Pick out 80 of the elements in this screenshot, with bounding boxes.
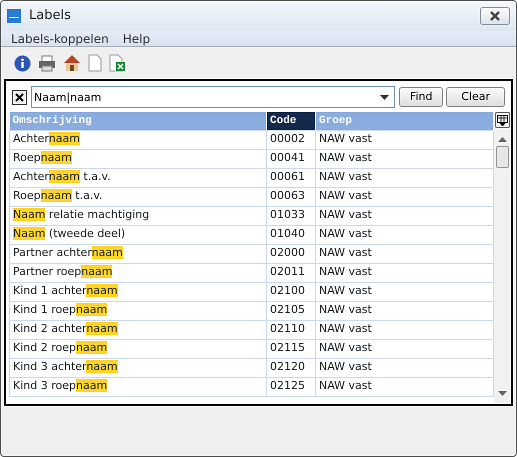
cross-icon [15, 92, 24, 102]
description-text: (tweede deel) [48, 227, 126, 240]
table-cell: NAW vast [316, 225, 494, 244]
match-highlight: naam [76, 303, 108, 316]
app-icon [7, 9, 21, 23]
description-text: Partner roep [13, 265, 82, 278]
description-text: Kind 2 roep [13, 341, 76, 354]
match-highlight: naam [86, 284, 118, 298]
table-cell: NAW vast [316, 377, 494, 396]
table-cell: NAW vast [316, 130, 494, 149]
table-cell: NAW vast [316, 206, 494, 225]
column-header[interactable]: Code [266, 112, 316, 130]
printer-icon[interactable] [38, 54, 56, 72]
description-text: t.a.v. [74, 189, 103, 202]
table-cell: NAW vast [316, 149, 494, 168]
description-text: Kind 3 roep [13, 379, 76, 392]
match-highlight: naam [92, 246, 123, 260]
description-text: Kind 2 achter [13, 322, 86, 336]
table-cell: 02105 [266, 301, 316, 320]
table-cell: NAW vast [316, 282, 494, 301]
dropdown-arrow-icon[interactable] [380, 95, 389, 100]
match-highlight: naam [48, 170, 80, 184]
match-highlight: naam [81, 265, 112, 278]
table-cell: 02000 [266, 244, 316, 263]
description-text: Kind 1 roep [13, 303, 76, 316]
clear-filter-checkbox[interactable] [12, 90, 27, 104]
table-cell: NAW vast [316, 358, 494, 377]
table-cell: NAW vast [316, 244, 494, 263]
scrollbar-thumb[interactable] [496, 146, 509, 168]
table-cell: NAW vast [316, 339, 494, 358]
clear-button[interactable]: Clear [446, 87, 505, 107]
find-button[interactable]: Find [398, 87, 444, 107]
match-highlight: naam [40, 151, 72, 164]
table-cell: 02120 [266, 358, 316, 377]
window-title: Labels [29, 7, 71, 26]
description-text: Kind 1 achter [13, 284, 86, 298]
close-icon [489, 11, 501, 21]
close-button[interactable] [480, 7, 510, 25]
description-text: Achter [13, 132, 49, 146]
table-cell: 00061 [266, 168, 316, 187]
column-chooser-button[interactable] [495, 112, 510, 128]
table-cell: NAW vast [316, 187, 494, 206]
table-cell: 02011 [266, 263, 316, 282]
description-text: Roep [13, 151, 41, 164]
table-cell: NAW vast [316, 263, 494, 282]
table-cell: NAW vast [316, 320, 494, 339]
table-cell: NAW vast [316, 301, 494, 320]
house-icon[interactable] [63, 54, 81, 72]
menu-item[interactable]: Labels-koppelen [11, 30, 109, 48]
table-cell: 01033 [266, 206, 316, 225]
table-cell: 00002 [266, 130, 316, 149]
table-cell: 02125 [266, 377, 316, 396]
match-highlight: naam [86, 360, 118, 374]
table-cell: 00041 [266, 149, 316, 168]
menu-item[interactable]: Help [122, 30, 150, 48]
table-cell: 01040 [266, 225, 316, 244]
table-cell: 02115 [266, 339, 316, 358]
search-combobox[interactable]: Naam|naam [31, 86, 395, 108]
table-cell: 00063 [266, 187, 316, 206]
match-highlight: naam [48, 132, 80, 146]
spreadsheet-export-icon[interactable] [109, 54, 126, 72]
match-highlight: naam [76, 379, 108, 392]
match-highlight: naam [86, 322, 118, 336]
help-icon[interactable] [14, 54, 31, 72]
scroll-down-arrow[interactable] [498, 391, 507, 396]
description-text: t.a.v. [82, 170, 111, 184]
table-cell: 02100 [266, 282, 316, 301]
match-highlight: Naam [13, 227, 46, 240]
table-cell: 02110 [266, 320, 316, 339]
description-text: Roep [13, 189, 41, 202]
match-highlight: naam [76, 341, 108, 354]
match-highlight: Naam [13, 208, 46, 222]
description-text: Partner achter [13, 246, 92, 260]
description-text: relatie machtiging [48, 208, 150, 222]
table-cell: NAW vast [316, 168, 494, 187]
match-highlight: naam [40, 189, 72, 202]
document-icon[interactable] [88, 54, 102, 72]
scroll-up-arrow[interactable] [498, 137, 507, 142]
description-text: Achter [13, 170, 49, 184]
description-text: Kind 3 achter [13, 360, 86, 374]
